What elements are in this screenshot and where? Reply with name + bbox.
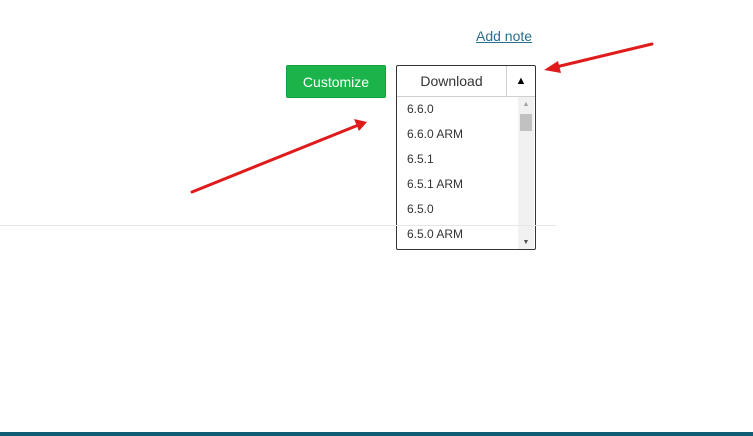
version-item[interactable]: 6.6.0	[397, 97, 517, 122]
add-note-link[interactable]: Add note	[476, 28, 532, 44]
scrollbar[interactable]: ▲ ▼	[518, 97, 534, 249]
dropdown-header: Download ▲	[397, 66, 535, 97]
triangle-up-icon: ▲	[515, 75, 527, 87]
annotation-arrow-icon	[190, 119, 367, 194]
scroll-up-arrow-icon[interactable]: ▲	[518, 97, 534, 111]
dropdown-toggle-button[interactable]: ▲	[507, 66, 535, 96]
version-item[interactable]: 6.6.0 ARM	[397, 122, 517, 147]
download-button[interactable]: Download	[397, 66, 507, 96]
version-item[interactable]: 6.5.1	[397, 147, 517, 172]
version-item[interactable]: 6.5.0	[397, 197, 517, 222]
download-dropdown[interactable]: Download ▲ 6.6.0 6.6.0 ARM 6.5.1 6.5.1 A…	[396, 65, 536, 250]
page: Add note Customize Download ▲ 6.6.0 6.6.…	[0, 0, 753, 436]
customize-button[interactable]: Customize	[286, 65, 386, 98]
scrollbar-thumb[interactable]	[520, 114, 532, 131]
divider	[0, 225, 556, 226]
annotation-arrow-icon	[544, 42, 654, 73]
footer-bar	[0, 432, 753, 436]
scroll-down-arrow-icon[interactable]: ▼	[518, 235, 534, 249]
version-item[interactable]: 6.5.1 ARM	[397, 172, 517, 197]
version-list: 6.6.0 6.6.0 ARM 6.5.1 6.5.1 ARM 6.5.0 6.…	[397, 97, 517, 249]
